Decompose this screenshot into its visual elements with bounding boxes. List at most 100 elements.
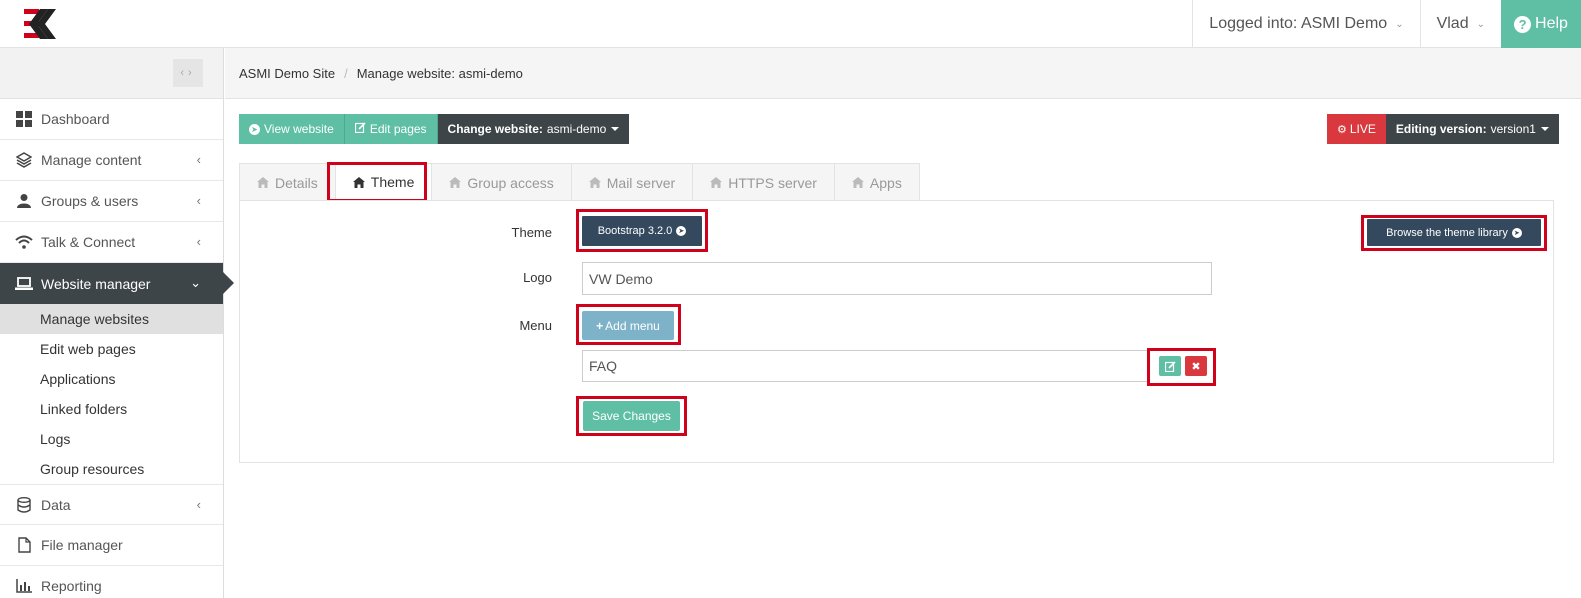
tab-mail-server[interactable]: Mail server bbox=[570, 163, 694, 201]
tab-label: Mail server bbox=[606, 174, 676, 191]
save-changes-label: Save Changes bbox=[592, 409, 671, 423]
laptop-icon bbox=[15, 276, 33, 292]
theme-panel bbox=[239, 200, 1554, 463]
sidebar-subitem-logs[interactable]: Logs bbox=[0, 424, 223, 454]
menu-item-row[interactable]: FAQ bbox=[582, 350, 1150, 382]
theme-select-button[interactable]: Bootstrap 3.2.0 ➤ bbox=[582, 216, 702, 246]
sidebar-subitem-edit-web-pages[interactable]: Edit web pages bbox=[0, 334, 223, 364]
save-changes-button[interactable]: Save Changes bbox=[583, 401, 680, 431]
arrow-circle-right-icon: ➤ bbox=[676, 226, 687, 236]
top-bar: Logged into: ASMI Demo ⌄ Vlad ⌄ ? Help bbox=[0, 0, 1581, 48]
sidebar-item-label: Dashboard bbox=[41, 111, 110, 127]
sidebar-subitem-applications[interactable]: Applications bbox=[0, 364, 223, 394]
live-label: LIVE bbox=[1349, 122, 1376, 136]
help-label: Help bbox=[1535, 15, 1568, 32]
menu-label: Menu bbox=[519, 318, 552, 333]
logged-into-label: Logged into: ASMI Demo bbox=[1209, 15, 1388, 32]
browse-theme-library-button[interactable]: Browse the theme library ➤ bbox=[1367, 219, 1541, 246]
delete-menu-button[interactable]: ✖ bbox=[1185, 356, 1207, 376]
sidebar-item-label: Website manager bbox=[41, 275, 151, 292]
bar-chart-icon bbox=[15, 578, 33, 594]
theme-label: Theme bbox=[511, 225, 552, 240]
home-icon bbox=[257, 177, 269, 188]
breadcrumb-site[interactable]: ASMI Demo Site bbox=[239, 66, 335, 81]
tab-apps[interactable]: Apps bbox=[833, 163, 920, 201]
editing-version-value: version1 bbox=[1490, 122, 1536, 136]
chevron-left-icon: ‹ bbox=[196, 152, 201, 167]
add-menu-button[interactable]: + Add menu bbox=[582, 311, 674, 340]
chevron-down-icon: ⌄ bbox=[1395, 18, 1404, 30]
home-icon bbox=[710, 177, 723, 188]
sidebar-item-dashboard[interactable]: Dashboard bbox=[0, 99, 223, 140]
grid-icon bbox=[15, 111, 33, 127]
chevron-down-icon: ⌄ bbox=[190, 275, 201, 290]
chevron-down-icon: ⌄ bbox=[1476, 18, 1485, 30]
settings-tabs: Details Theme Group access Mail server H… bbox=[239, 163, 920, 201]
sidebar-item-groups-users[interactable]: Groups & users ‹ bbox=[0, 181, 223, 222]
arrow-circle-right-icon: ➤ bbox=[249, 123, 260, 135]
chevron-left-icon: ‹ bbox=[196, 193, 201, 208]
gear-icon: ⚙ bbox=[1337, 123, 1347, 136]
view-website-button[interactable]: ➤ View website bbox=[239, 114, 345, 144]
sidebar-item-talk-connect[interactable]: Talk & Connect ‹ bbox=[0, 222, 223, 263]
browse-button-label: Browse the theme library bbox=[1386, 226, 1508, 239]
tab-theme[interactable]: Theme bbox=[334, 163, 433, 201]
sidebar: ‹› Dashboard Manage content ‹ Groups & u… bbox=[0, 48, 234, 598]
edit-menu-button[interactable] bbox=[1159, 356, 1181, 376]
home-icon bbox=[449, 177, 462, 188]
sidebar-item-label: Talk & Connect bbox=[41, 234, 136, 250]
app-logo[interactable] bbox=[24, 9, 58, 39]
sidebar-item-reporting[interactable]: Reporting bbox=[0, 566, 223, 598]
caret-down-icon bbox=[1540, 127, 1549, 131]
user-icon bbox=[15, 193, 33, 209]
theme-button-label: Bootstrap 3.2.0 bbox=[597, 225, 673, 237]
file-icon bbox=[15, 537, 33, 553]
edit-icon bbox=[354, 122, 366, 136]
sidebar-item-label: File manager bbox=[41, 537, 123, 553]
caret-down-icon bbox=[611, 127, 620, 131]
database-icon bbox=[15, 496, 33, 513]
tab-label: Apps bbox=[869, 174, 902, 191]
tab-group-access[interactable]: Group access bbox=[431, 163, 572, 201]
tab-label: Details bbox=[275, 174, 318, 191]
tab-https-server[interactable]: HTTPS server bbox=[692, 163, 835, 201]
change-website-label: Change website: bbox=[447, 122, 543, 136]
add-menu-label: Add menu bbox=[605, 318, 660, 333]
sidebar-subitem-manage-websites[interactable]: Manage websites bbox=[0, 304, 223, 334]
edit-pages-button[interactable]: Edit pages bbox=[344, 114, 438, 144]
wifi-icon bbox=[15, 234, 33, 250]
sidebar-item-data[interactable]: Data ‹ bbox=[0, 484, 223, 525]
account-dropdown[interactable]: Logged into: ASMI Demo ⌄ bbox=[1192, 0, 1419, 48]
live-button[interactable]: ⚙ LIVE bbox=[1327, 114, 1386, 144]
change-website-dropdown[interactable]: Change website: asmi-demo bbox=[437, 114, 630, 144]
user-dropdown[interactable]: Vlad ⌄ bbox=[1419, 0, 1501, 48]
tab-details[interactable]: Details bbox=[239, 163, 336, 201]
chevron-left-icon: ‹ bbox=[196, 234, 201, 249]
sidebar-collapse-button[interactable]: ‹› bbox=[173, 59, 203, 87]
sidebar-item-website-manager[interactable]: Website manager ⌄ bbox=[0, 263, 234, 304]
change-website-value: asmi-demo bbox=[546, 122, 607, 136]
menu-item-label: FAQ bbox=[589, 358, 618, 374]
sidebar-item-file-manager[interactable]: File manager bbox=[0, 525, 223, 566]
edit-pages-label: Edit pages bbox=[369, 122, 427, 136]
sidebar-subitem-group-resources[interactable]: Group resources bbox=[0, 454, 223, 484]
tab-label: Group access bbox=[467, 174, 554, 191]
website-toolbar: ➤ View website Edit pages Change website… bbox=[239, 114, 630, 144]
breadcrumb: ASMI Demo Site / Manage website: asmi-de… bbox=[225, 48, 1581, 99]
sidebar-toggle-row: ‹› bbox=[0, 48, 223, 99]
close-icon: ✖ bbox=[1191, 360, 1201, 373]
editing-version-dropdown[interactable]: Editing version: version1 bbox=[1385, 114, 1559, 144]
plus-icon: + bbox=[596, 318, 604, 333]
editing-version-label: Editing version: bbox=[1395, 122, 1487, 136]
sidebar-subitem-linked-folders[interactable]: Linked folders bbox=[0, 394, 223, 424]
home-icon bbox=[588, 177, 601, 188]
breadcrumb-page: Manage website: asmi-demo bbox=[356, 65, 523, 81]
sidebar-item-label: Reporting bbox=[41, 578, 102, 594]
tab-label: HTTPS server bbox=[728, 174, 817, 191]
sidebar-item-label: Manage content bbox=[41, 152, 142, 168]
home-icon bbox=[352, 176, 365, 188]
logo-input[interactable]: VW Demo bbox=[582, 262, 1212, 295]
help-button[interactable]: ? Help bbox=[1501, 0, 1581, 48]
sidebar-item-manage-content[interactable]: Manage content ‹ bbox=[0, 140, 223, 181]
version-toolbar: ⚙ LIVE Editing version: version1 bbox=[1327, 114, 1559, 144]
